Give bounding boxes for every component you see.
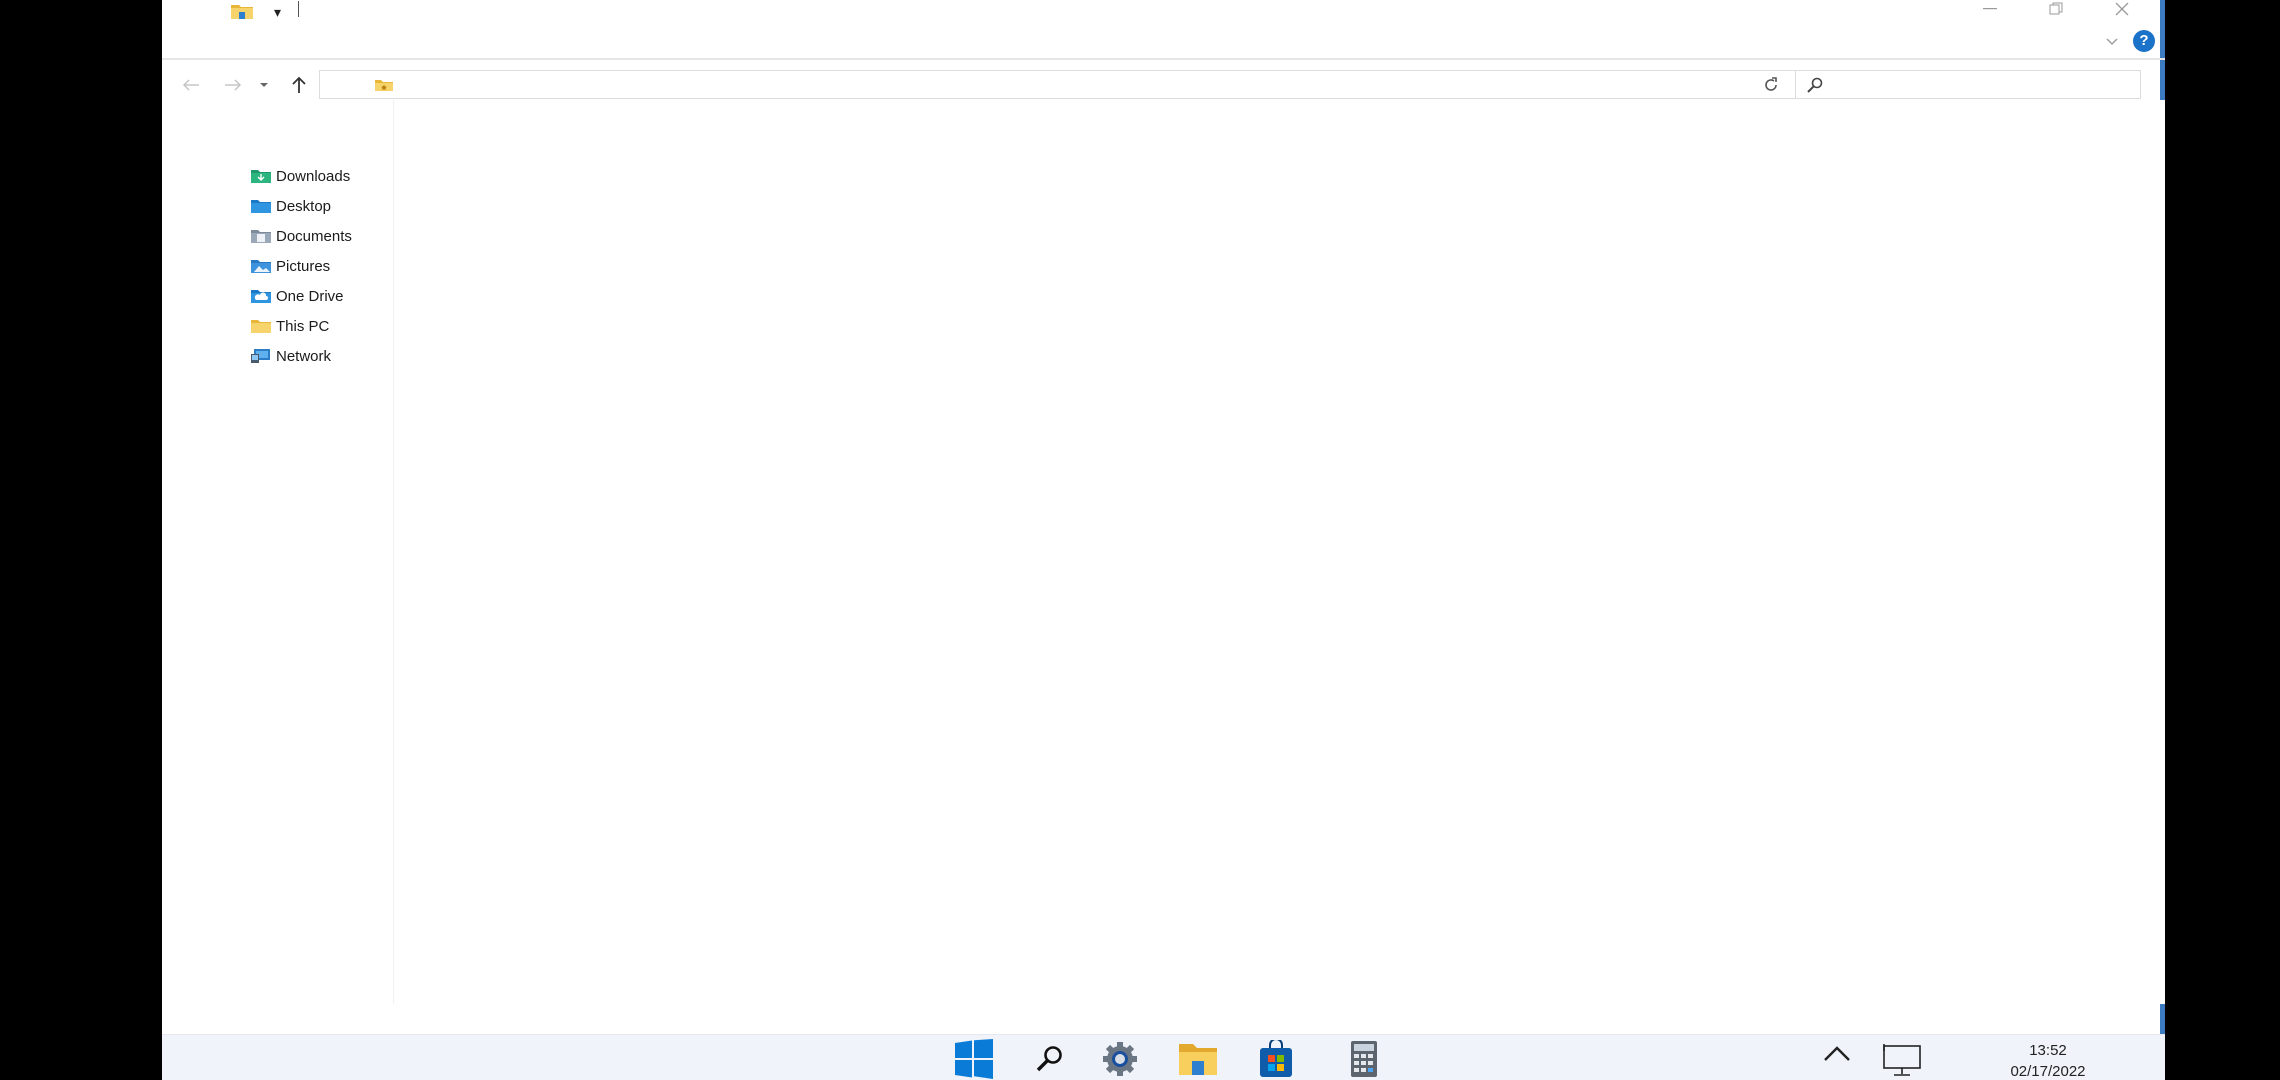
chevron-down-icon [2106, 38, 2118, 46]
start-icon [955, 1039, 993, 1079]
taskbar-calculator-button[interactable] [1342, 1039, 1386, 1079]
nav-item-label: This PC [276, 317, 330, 335]
onedrive-icon [250, 287, 272, 305]
chevron-up-icon [1824, 1046, 1850, 1061]
search-icon [1036, 1046, 1062, 1072]
nav-item-documents[interactable]: Documents [250, 223, 352, 249]
system-clock[interactable]: 13:52 02/17/2022 [1998, 1040, 2098, 1080]
title-bar: ▾ [162, 0, 2165, 28]
nav-item-onedrive[interactable]: One Drive [250, 283, 344, 309]
nav-item-this-pc[interactable]: This PC [250, 313, 329, 339]
refresh-icon [1765, 76, 1777, 91]
search-input[interactable] [1832, 74, 2126, 97]
nav-item-network[interactable]: Network [250, 343, 331, 369]
restore-icon [2049, 2, 2063, 15]
recent-locations-button[interactable] [256, 74, 272, 96]
desktop-folder-icon [250, 197, 272, 215]
nav-item-label: Desktop [276, 197, 332, 215]
start-button[interactable] [952, 1039, 996, 1079]
nav-item-pictures[interactable]: Pictures [250, 253, 330, 279]
nav-item-downloads[interactable]: Downloads [250, 163, 350, 189]
nav-item-label: Documents [276, 227, 352, 245]
minimize-icon [1983, 8, 1997, 10]
expand-ribbon-button[interactable] [2105, 34, 2119, 52]
address-bar[interactable] [319, 70, 1912, 99]
file-list-area[interactable] [394, 100, 2165, 1004]
taskbar: 13:52 02/17/2022 [162, 1034, 2165, 1080]
close-icon [2115, 2, 2129, 16]
settings-icon [1103, 1042, 1137, 1076]
back-button[interactable] [178, 74, 204, 96]
search-box[interactable] [1795, 70, 2141, 99]
file-explorer-window: ▾ ? Downloads Desktop Documents Pictures… [162, 0, 2165, 1080]
clock-date: 02/17/2022 [2010, 1063, 2086, 1080]
nav-item-label: Pictures [276, 257, 331, 275]
show-hidden-icons-button[interactable] [1822, 1045, 1852, 1068]
quick-access-dropdown-icon[interactable]: ▾ [274, 4, 281, 21]
this-pc-icon [250, 317, 272, 335]
minimize-button[interactable] [1967, 0, 2013, 18]
ribbon-divider [162, 58, 2165, 60]
network-status-button[interactable] [1882, 1043, 1922, 1080]
folder-icon[interactable] [230, 1, 254, 26]
clock-time: 13:52 [2029, 1042, 2067, 1059]
forward-arrow-icon [225, 79, 242, 91]
navigation-pane: Downloads Desktop Documents Pictures One… [162, 100, 394, 1004]
quick-access-folder-icon [374, 78, 394, 97]
refresh-button[interactable] [1758, 70, 1784, 99]
close-button[interactable] [2099, 0, 2145, 18]
pictures-icon [250, 257, 272, 275]
forward-button[interactable] [220, 74, 246, 96]
network-icon [250, 347, 272, 365]
taskbar-settings-button[interactable] [1098, 1039, 1142, 1079]
restore-button[interactable] [2033, 0, 2079, 18]
nav-item-label: Downloads [276, 167, 351, 185]
nav-item-desktop[interactable]: Desktop [250, 193, 331, 219]
taskbar-store-button[interactable] [1254, 1039, 1298, 1079]
taskbar-file-explorer-button[interactable] [1176, 1039, 1220, 1079]
file-explorer-icon [1179, 1044, 1217, 1075]
downloads-icon [250, 167, 272, 185]
chevron-down-icon [260, 83, 268, 87]
up-button[interactable] [286, 74, 312, 96]
calculator-icon [1351, 1041, 1377, 1077]
taskbar-search-button[interactable] [1028, 1039, 1072, 1079]
nav-item-label: Network [276, 347, 332, 365]
help-icon[interactable]: ? [2133, 30, 2155, 52]
back-arrow-icon [182, 79, 199, 91]
nav-item-label: One Drive [276, 287, 344, 305]
documents-icon [250, 227, 272, 245]
search-icon [1806, 76, 1824, 99]
monitor-icon [1883, 1044, 1921, 1076]
title-separator [298, 1, 299, 17]
store-icon [1260, 1040, 1292, 1077]
up-arrow-icon [292, 76, 306, 93]
